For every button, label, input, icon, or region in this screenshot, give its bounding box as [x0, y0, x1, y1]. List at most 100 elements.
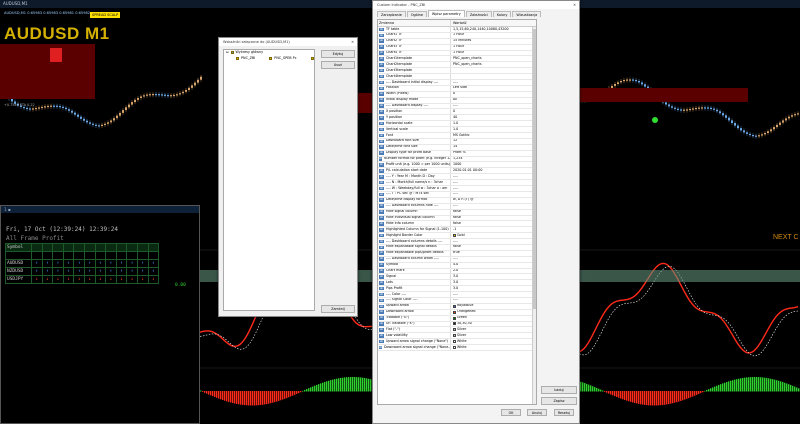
- parameter-name: Signal: [386, 274, 397, 278]
- parameter-value[interactable]: Gold: [457, 233, 465, 238]
- parameter-value[interactable]: true: [453, 251, 460, 256]
- parameter-value[interactable]: 1,234: [453, 157, 462, 162]
- parameter-value[interactable]: ----: [453, 180, 458, 185]
- parameter-value[interactable]: PNC_open_charts: [453, 62, 482, 67]
- close-icon[interactable]: ✕: [573, 1, 576, 9]
- parameters-grid[interactable]: Zmienna Wartość ab TF table 1,5,15,60,240,…: [377, 19, 537, 405]
- monitor-row[interactable]: NZDUSD ↑ ↑ ↑ ↑ ↑ ↑ ↑ ↑ ↑ ↑ ↑ ↑: [5, 267, 160, 276]
- parameter-value[interactable]: OrangeRed: [457, 310, 475, 315]
- cancel-button[interactable]: Anuluj: [527, 409, 547, 416]
- monitor-row[interactable]: USDJPY ↓ ↓ ↓ ↓ ↓ ↓ ↓ ↓ ↓ ↓ ↓ ↓: [5, 275, 160, 284]
- parameter-value[interactable]: ----: [453, 192, 458, 197]
- parameter-value[interactable]: false: [453, 210, 461, 215]
- tab-1[interactable]: Ogólne: [406, 10, 427, 17]
- parameter-value[interactable]: ----: [453, 186, 458, 191]
- parameter-value[interactable]: MS Gothic: [453, 133, 470, 138]
- variable-icon: ab: [379, 86, 384, 91]
- parameter-value[interactable]: ----: [453, 257, 458, 262]
- parameter-value[interactable]: 1 Hour: [453, 51, 464, 56]
- parameter-value[interactable]: 1 Hour: [453, 45, 464, 50]
- candle-body: [695, 107, 697, 110]
- parameter-value[interactable]: 1.0: [453, 127, 458, 132]
- parameter-value[interactable]: 1000: [453, 162, 461, 167]
- parameter-value[interactable]: Silver: [457, 333, 466, 338]
- parameter-value[interactable]: ----: [453, 104, 458, 109]
- parameter-value[interactable]: RoyalBlue: [457, 304, 473, 309]
- parameter-value[interactable]: ----: [453, 239, 458, 244]
- parameter-value[interactable]: 3.0: [453, 280, 458, 285]
- parameter-value[interactable]: ----: [453, 204, 458, 209]
- parameter-value[interactable]: White: [457, 345, 467, 350]
- edit-button[interactable]: Edytuj: [321, 50, 355, 58]
- reset-button[interactable]: Resetuj: [554, 409, 574, 416]
- candle-body: [161, 94, 163, 96]
- histogram-bar: [264, 391, 266, 405]
- parameter-value[interactable]: 1.0: [453, 121, 458, 126]
- parameter-value[interactable]: 12: [453, 139, 457, 144]
- candle-body: [149, 94, 151, 96]
- grid-scrollbar[interactable]: [532, 27, 536, 404]
- tab-5[interactable]: Wizualizacja: [512, 10, 542, 17]
- save-button[interactable]: Zapisz: [541, 397, 577, 405]
- indicator-tree[interactable]: ⊟ Wykresy główny PNC_ZBIPNC_SPEB PcPNC_S…: [223, 49, 315, 311]
- monitor-row[interactable]: AUDUSD ↑ ↑ ↑ ↑ ↑ ↑ ↑ ↑ ↑ ↑ ↑ ↑: [5, 259, 160, 268]
- parameter-value[interactable]: w, D n (T) @: [453, 198, 473, 203]
- parameter-value[interactable]: ----: [453, 80, 458, 85]
- parameter-value[interactable]: ----: [453, 298, 458, 303]
- custom-indicator-dialog[interactable]: Custom Indicator - PNC_ZBI ✕ Zarządzanie…: [372, 0, 580, 424]
- parameter-value[interactable]: All: [453, 98, 457, 103]
- parameter-value[interactable]: ----: [453, 174, 458, 179]
- histogram-bar: [722, 383, 724, 392]
- tab-2[interactable]: Wpisz parametry: [427, 9, 465, 17]
- parameter-value[interactable]: 3.0: [453, 274, 458, 279]
- parameter-value[interactable]: 2.0: [453, 269, 458, 274]
- parameter-value[interactable]: 1 Hour: [453, 33, 464, 38]
- tree-item[interactable]: PNC_Stochastic: [299, 56, 314, 62]
- tab-0[interactable]: Zarządzanie: [377, 10, 406, 17]
- parameter-value[interactable]: 30,30,30: [457, 322, 472, 327]
- parameter-value[interactable]: 0: [453, 109, 455, 114]
- candle-body: [770, 129, 772, 132]
- tree-item[interactable]: PNC_SPEB Pc: [257, 56, 297, 62]
- histogram-bar: [688, 391, 690, 399]
- scrollbar-thumb[interactable]: [533, 29, 536, 309]
- close-icon[interactable]: ✕: [351, 38, 354, 46]
- parameter-value[interactable]: 14: [453, 145, 457, 150]
- tab-3[interactable]: Zależności: [465, 10, 492, 17]
- parameter-value[interactable]: 3.0: [453, 286, 458, 291]
- candle-body: [665, 102, 667, 105]
- parameter-value[interactable]: 40: [453, 115, 457, 120]
- close-button[interactable]: Zamknij: [321, 305, 355, 313]
- parameter-value[interactable]: false: [453, 221, 461, 226]
- tree-item[interactable]: PNC_ZBI: [224, 56, 255, 62]
- parameter-value[interactable]: 4.0: [453, 263, 458, 268]
- indicators-list-dialog[interactable]: Wskaźniki załączone do (AUDUSD,M1) ✕ ⊟ W…: [218, 37, 358, 317]
- delete-button[interactable]: Usuń: [321, 61, 355, 69]
- zone-red-right: [578, 88, 748, 102]
- parameter-value[interactable]: White: [457, 339, 467, 344]
- parameter-value[interactable]: 1,5,15,60,240,1440,10080,43200: [453, 27, 509, 32]
- ok-button[interactable]: OK: [501, 409, 521, 416]
- variable-icon: ab: [379, 139, 384, 144]
- parameter-value[interactable]: 0: [453, 92, 455, 97]
- parameter-value[interactable]: PNC_open_charts: [453, 56, 482, 61]
- parameter-value[interactable]: 2020.01.01 00:00: [453, 168, 482, 173]
- parameter-value[interactable]: ----: [453, 292, 458, 297]
- histogram-bar: [662, 391, 664, 406]
- parameter-value[interactable]: false: [453, 216, 461, 221]
- price-tag: +0.7559 ETA 0.22: [4, 103, 35, 107]
- parameter-value[interactable]: Green: [457, 316, 467, 321]
- parameter-value[interactable]: false: [453, 245, 461, 250]
- histogram-bar: [618, 391, 620, 398]
- parameter-value[interactable]: Left side: [453, 86, 467, 91]
- candle-body: [731, 120, 733, 124]
- tab-4[interactable]: Kolory: [492, 10, 512, 17]
- parameter-value[interactable]: Profit %: [453, 151, 466, 156]
- parameter-row[interactable]: ab Downward arrow signal change ("None...…: [378, 345, 536, 351]
- load-button[interactable]: Ładuj: [541, 386, 577, 394]
- parameter-value[interactable]: 15 Minutes: [453, 39, 471, 44]
- parameter-value[interactable]: -1: [453, 227, 456, 232]
- parameter-value[interactable]: Silver: [457, 327, 466, 332]
- candle-body: [98, 125, 100, 127]
- parameter-name: Chart1 TF: [386, 32, 403, 37]
